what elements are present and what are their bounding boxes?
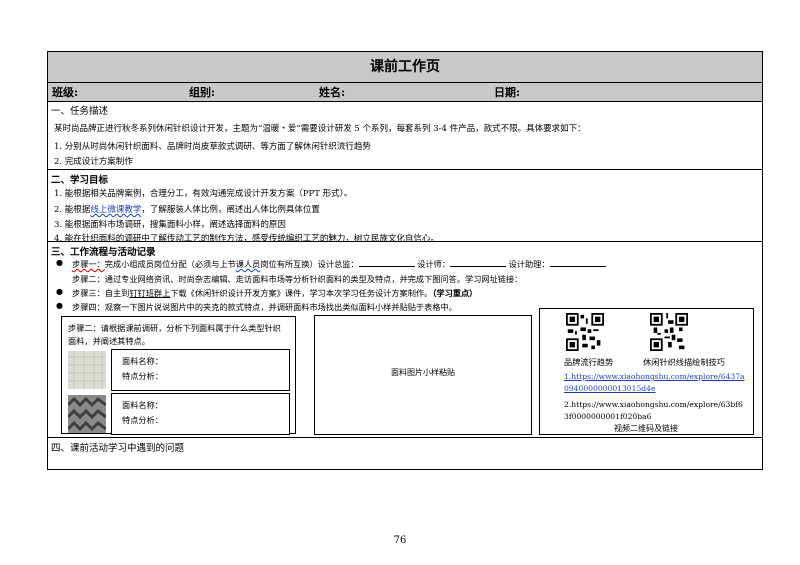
step2-line: 步骤二：通过专业网络资讯、时尚杂志编辑、走访面料市场等分析针织面料的类型及特点，… <box>72 274 523 284</box>
goals-section: 二、学习目标 1. 能根据相关品牌案例，合理分工，有效沟通完成设计开发方案（PP… <box>48 170 762 244</box>
fabric-1-feature-label: 特点分析： <box>122 371 163 381</box>
assistant-blank[interactable] <box>549 258 606 267</box>
director-blank[interactable] <box>358 258 415 267</box>
fabric-analysis-box: 步骤二：请根据课前调研，分析下列面料属于什么类型针织面料，并阐述其特点。 面料名… <box>61 316 296 435</box>
resource-links-box: 品牌流行趋势 休闲针织线描绘制技巧 1.https://www.xiaohong… <box>539 308 754 435</box>
step1-line: 步骤一：完成小组成员岗位分配（必须与上节课人员岗位有所互换）设计总监： 设计师：… <box>72 258 606 270</box>
knit-drawing-url-link[interactable]: 2.https://www.xiaohongshu.com/explore/63… <box>564 399 743 423</box>
designer-blank[interactable] <box>450 258 506 267</box>
goals-heading: 二、学习目标 <box>51 175 109 186</box>
video-qr-note: 视频二维码及链接 <box>614 424 678 433</box>
fabric-1-answer-box[interactable]: 面料名称： 特点分析： <box>111 349 290 391</box>
name-label: 姓名: <box>319 86 346 99</box>
microcourse-link[interactable]: 线上微课教学 <box>90 205 141 215</box>
page-number: 76 <box>393 535 407 546</box>
fabric-1-name-label: 面料名称： <box>122 356 163 366</box>
class-label: 班级: <box>52 86 79 99</box>
problems-heading: 四、课前活动学习中遇到的问题 <box>51 443 185 454</box>
bullet-dot: ● <box>56 258 63 267</box>
fabric-sample-1-image <box>68 351 106 389</box>
step1-label: 步骤一： <box>72 259 105 269</box>
worksheet-table: 课前工作页 班级: 组别: 姓名: 日期: 一、任务描述 某时尚品牌正进行秋冬系… <box>47 51 763 470</box>
bullet-dot: ● <box>56 287 63 296</box>
bullet-dot: ● <box>56 301 63 310</box>
step4-line: 步骤四：观察一下图片说说图片中的夹克的款式特点，并调研面料市场找出类似面料小样并… <box>72 302 457 312</box>
task-heading: 一、任务描述 <box>51 106 109 117</box>
fabric-prompt: 步骤二：请根据课前调研，分析下列面料属于什么类型针织面料，并阐述其特点。 <box>68 323 281 346</box>
problems-section[interactable]: 四、课前活动学习中遇到的问题 <box>48 438 762 469</box>
workflow-section: 三、工作流程与活动记录 ● 步骤一：完成小组成员岗位分配（必须与上节课人员岗位有… <box>48 242 762 438</box>
task-section: 一、任务描述 某时尚品牌正进行秋冬系列休闲针织设计开发，主题为“温暖・爱”需要设… <box>48 102 762 170</box>
knit-drawing-qr-label: 休闲针织线描绘制技巧 <box>643 357 725 367</box>
workflow-heading: 三、工作流程与活动记录 <box>51 247 156 258</box>
task-item-2: 2. 完成设计方案制作 <box>54 157 133 167</box>
trend-qr-label: 品牌流行趋势 <box>564 357 614 367</box>
step3-line: 步骤三：自主到钉钉班群上下载《休闲针织设计开发方案》课件，学习本次学习任务设计方… <box>72 288 478 298</box>
task-description: 某时尚品牌正进行秋冬系列休闲针织设计开发，主题为“温暖・爱”需要设计研发 5 个… <box>54 124 586 134</box>
fabric-paste-area[interactable]: 面料图片小样粘贴 <box>314 315 532 435</box>
date-label: 日期: <box>494 86 521 99</box>
paste-label: 面料图片小样粘贴 <box>391 368 455 377</box>
fabric-sample-2-image <box>68 395 106 433</box>
trend-qr-code-icon[interactable] <box>566 313 604 351</box>
knit-drawing-qr-code-icon[interactable] <box>650 313 688 351</box>
dingtalk-group-link[interactable]: 钉钉班群上 <box>129 288 170 298</box>
fabric-2-feature-label: 特点分析： <box>122 415 163 425</box>
task-item-1: 1. 分别从时尚休闲针织面料、品牌时尚皮草款式调研、等方面了解休闲针织流行趋势 <box>54 142 371 152</box>
group-label: 组别: <box>189 86 216 99</box>
trend-url-link[interactable]: 1.https://www.xiaohongshu.com/explore/64… <box>564 371 745 395</box>
student-info-row: 班级: 组别: 姓名: 日期: <box>48 83 762 102</box>
goal-item-2: 2. 能根据线上微课教学，了解服装人体比例，阐述出人体比例具体位置 <box>54 205 320 215</box>
fabric-2-name-label: 面料名称： <box>122 400 163 410</box>
goal-item-1: 1. 能根据相关品牌案例，合理分工，有效沟通完成设计开发方案（PPT 形式）。 <box>54 189 353 199</box>
page-title: 课前工作页 <box>48 52 762 83</box>
fabric-2-answer-box[interactable]: 面料名称： 特点分析： <box>111 393 290 435</box>
goal-item-3: 3. 能根据面料市场调研，搜集面料小样，阐述选择面料的原因 <box>54 220 286 230</box>
